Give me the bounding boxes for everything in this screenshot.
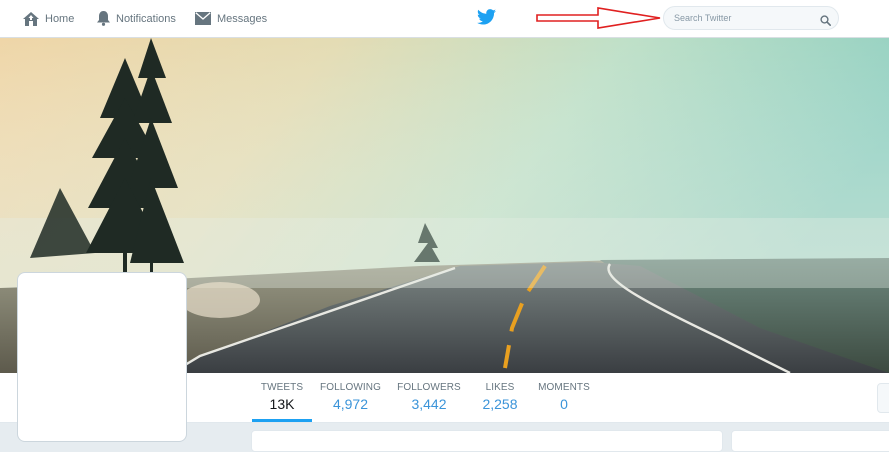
stat-following-label: FOLLOWING xyxy=(320,382,381,393)
sidebar-card xyxy=(731,430,889,452)
search-input[interactable] xyxy=(674,7,814,29)
nav-notifications[interactable]: Notifications xyxy=(97,0,176,37)
stat-likes-count: 2,258 xyxy=(482,396,518,412)
stat-followers-label: FOLLOWERS xyxy=(397,382,461,393)
home-icon xyxy=(23,11,39,26)
nav-messages[interactable]: Messages xyxy=(195,0,267,37)
stat-following[interactable]: FOLLOWING 4,972 xyxy=(318,373,383,422)
stat-likes-label: LIKES xyxy=(485,382,515,393)
stat-moments[interactable]: MOMENTS 0 xyxy=(536,373,592,422)
search-icon[interactable] xyxy=(820,13,831,31)
edit-profile-button[interactable] xyxy=(877,383,889,413)
stat-following-count: 4,972 xyxy=(332,396,369,412)
nav-home[interactable]: Home xyxy=(23,0,74,37)
stat-moments-count: 0 xyxy=(560,396,568,412)
envelope-icon xyxy=(195,12,211,25)
timeline-card xyxy=(251,430,723,452)
stat-tweets-label: TWEETS xyxy=(260,382,304,393)
red-arrow xyxy=(536,6,662,35)
bell-icon xyxy=(97,11,110,26)
twitter-bird-icon[interactable] xyxy=(477,9,496,30)
stat-followers[interactable]: FOLLOWERS 3,442 xyxy=(396,373,462,422)
stat-likes[interactable]: LIKES 2,258 xyxy=(476,373,524,422)
stat-tweets[interactable]: TWEETS 13K xyxy=(252,373,312,422)
stat-moments-label: MOMENTS xyxy=(538,382,590,393)
nav-home-label: Home xyxy=(45,12,75,25)
avatar-image xyxy=(25,280,179,434)
stat-followers-count: 3,442 xyxy=(411,396,447,412)
avatar[interactable] xyxy=(18,273,186,441)
nav-messages-label: Messages xyxy=(217,12,268,25)
stat-tweets-count: 13K xyxy=(269,396,295,412)
search-box[interactable] xyxy=(663,6,839,30)
nav-notifications-label: Notifications xyxy=(116,12,176,25)
top-navigation-bar: Home Notifications Messages xyxy=(0,0,889,38)
